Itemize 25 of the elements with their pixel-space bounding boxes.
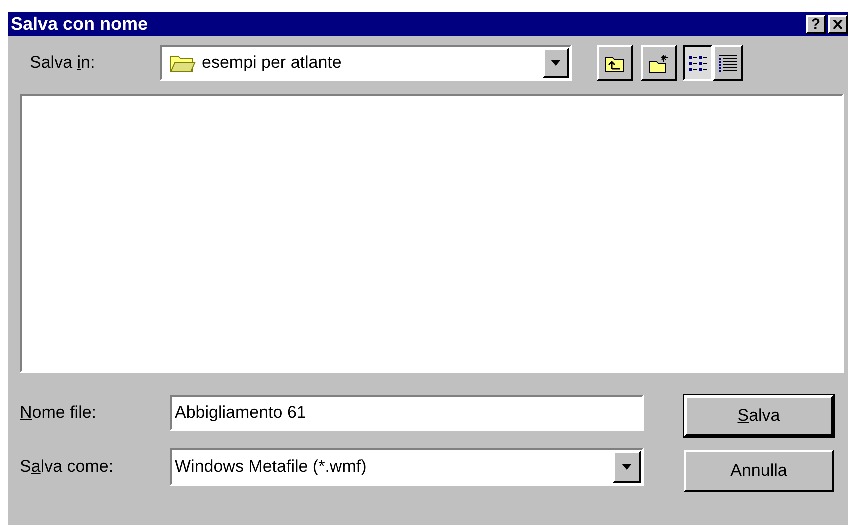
help-button[interactable]: ? — [806, 14, 826, 34]
new-folder-icon — [649, 54, 669, 72]
dropdown-button[interactable] — [613, 451, 641, 483]
caret-icon — [622, 464, 632, 470]
save-button[interactable]: Salva — [684, 395, 834, 437]
close-button[interactable] — [828, 14, 848, 34]
save-as-type-label: Salva come: — [20, 456, 115, 478]
close-icon — [833, 20, 843, 28]
save-as-type-value: Windows Metafile (*.wmf) — [175, 456, 367, 478]
list-view-button[interactable] — [683, 45, 713, 81]
window-title: Salva con nome — [11, 15, 148, 33]
caret-icon — [551, 60, 561, 66]
save-as-type-dropdown[interactable]: Windows Metafile (*.wmf) — [170, 448, 644, 486]
save-in-value: esempi per atlante — [202, 52, 342, 74]
cancel-button[interactable]: Annulla — [684, 450, 834, 492]
details-view-icon — [718, 54, 738, 72]
new-folder-button[interactable] — [641, 45, 677, 81]
file-name-label: Nome file: — [20, 402, 98, 424]
save-in-label: Salva in: — [30, 52, 96, 74]
save-in-dropdown[interactable]: esempi per atlante — [160, 45, 572, 81]
dropdown-button[interactable] — [543, 48, 569, 78]
file-name-field[interactable]: Abbigliamento 61 — [170, 395, 644, 431]
details-view-button[interactable] — [713, 45, 743, 81]
up-one-level-button[interactable] — [597, 45, 633, 81]
list-view-icon — [688, 54, 708, 72]
